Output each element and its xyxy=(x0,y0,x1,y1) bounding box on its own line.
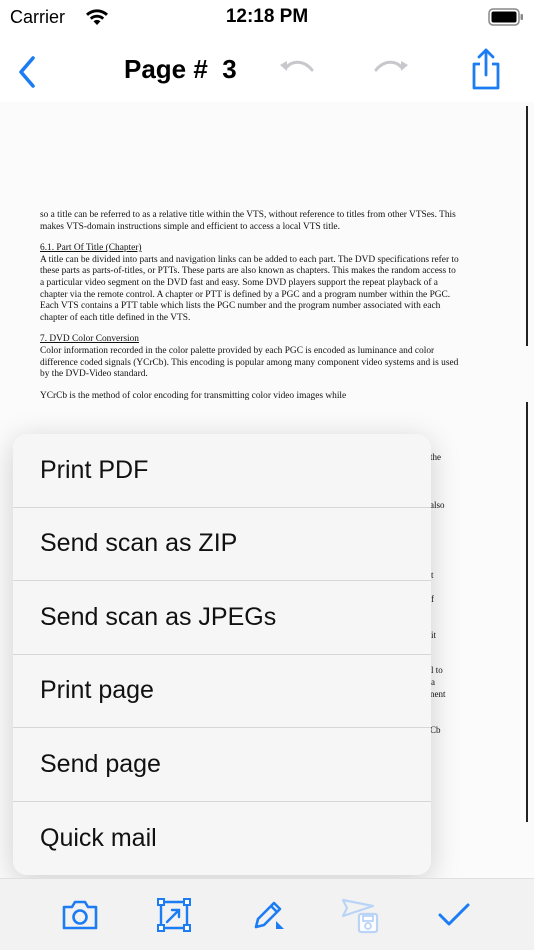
checkmark-icon xyxy=(438,903,470,926)
share-icon xyxy=(472,48,500,90)
menu-item-print-pdf[interactable]: Print PDF xyxy=(13,434,431,508)
export-menu: Print PDF Send scan as ZIP Send scan as … xyxy=(13,434,431,875)
done-button[interactable] xyxy=(432,893,476,937)
heading-color-conversion: 7. DVD Color Conversion xyxy=(40,334,139,345)
page-title: Page # 3 xyxy=(124,54,237,84)
undo-icon xyxy=(280,60,314,72)
status-time: 12:18 PM xyxy=(225,6,309,27)
back-button[interactable] xyxy=(12,52,42,92)
paragraph-4: YCrCb is the method of color encoding fo… xyxy=(40,390,347,401)
text-fragment: Cb xyxy=(430,725,441,735)
pencil-icon xyxy=(254,901,284,929)
battery-icon xyxy=(488,8,524,31)
redo-button[interactable] xyxy=(372,56,412,85)
menu-item-quick-mail[interactable]: Quick mail xyxy=(13,802,431,876)
undo-button[interactable] xyxy=(276,56,316,85)
send-save-icon xyxy=(341,898,379,934)
nav-bar: Page # 3 xyxy=(0,40,534,102)
text-fragment: f xyxy=(431,594,434,604)
scanned-text: so a title can be referred to as a relat… xyxy=(40,210,460,412)
camera-icon xyxy=(62,900,98,930)
text-fragment: the xyxy=(430,452,441,462)
heading-part-of-title: 6.1. Part Of Title (Chapter) xyxy=(40,243,142,254)
text-fragment: also xyxy=(430,500,445,510)
paragraph-3: Color information recorded in the color … xyxy=(40,345,459,380)
paragraph-1: so a title can be referred to as a relat… xyxy=(40,210,456,232)
edit-button[interactable] xyxy=(246,893,290,937)
paragraph-2: A title can be divided into parts and na… xyxy=(40,254,459,323)
chevron-left-icon xyxy=(19,56,35,88)
send-save-button[interactable] xyxy=(338,893,382,937)
bottom-toolbar xyxy=(0,878,534,950)
crop-icon xyxy=(157,898,191,932)
camera-button[interactable] xyxy=(58,893,102,937)
page-edge-line xyxy=(526,106,528,346)
status-bar: Carrier 12:18 PM xyxy=(0,0,534,36)
text-fragment: a xyxy=(431,677,435,687)
page-edge-line xyxy=(526,402,528,822)
text-fragment: nent xyxy=(430,689,446,699)
menu-item-send-page[interactable]: Send page xyxy=(13,728,431,802)
share-button[interactable] xyxy=(468,46,504,97)
menu-item-print-page[interactable]: Print page xyxy=(13,655,431,728)
redo-icon xyxy=(374,60,408,72)
text-fragment: t xyxy=(431,570,434,580)
menu-item-send-zip[interactable]: Send scan as ZIP xyxy=(13,508,431,581)
text-fragment: it xyxy=(431,630,437,640)
menu-item-send-jpegs[interactable]: Send scan as JPEGs xyxy=(13,581,431,655)
crop-button[interactable] xyxy=(152,893,196,937)
text-fragment: l to xyxy=(431,665,443,675)
